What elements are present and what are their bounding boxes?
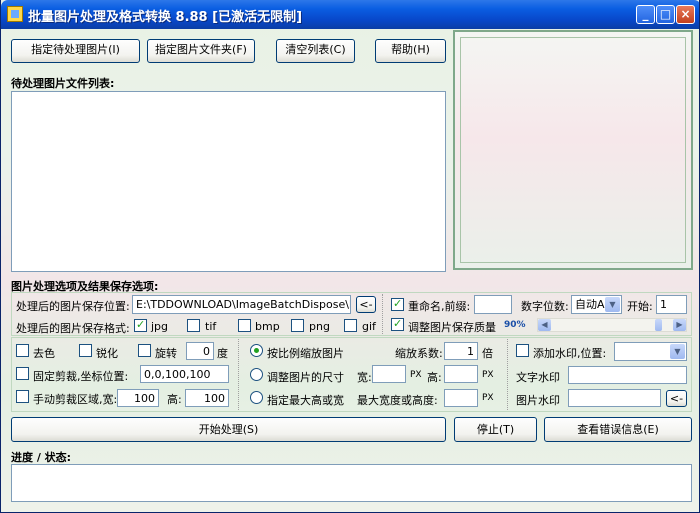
chevron-down-icon[interactable]: ▼	[670, 344, 685, 359]
ratio-input[interactable]: 1	[444, 342, 478, 360]
app-icon	[7, 6, 23, 22]
image-preview	[453, 30, 693, 270]
resize-height-unit: PX	[482, 370, 494, 380]
progress-label: 进度 / 状态:	[11, 451, 72, 464]
manual-crop-height-input[interactable]: 100	[185, 389, 229, 407]
select-folder-button[interactable]: 指定图片文件夹(F)	[147, 39, 255, 63]
divider	[507, 339, 508, 410]
view-errors-button[interactable]: 查看错误信息(E)	[544, 417, 692, 442]
rename-checkbox[interactable]	[391, 297, 404, 311]
resize-height-input[interactable]	[444, 365, 478, 383]
manual-crop-height-label: 高:	[167, 393, 182, 406]
manual-crop-width-input[interactable]: 100	[117, 389, 159, 407]
divider	[382, 294, 383, 334]
fixed-crop-checkbox[interactable]	[16, 367, 29, 380]
digits-value: 自动A	[575, 298, 605, 311]
save-location-input[interactable]: E:\TDDOWNLOAD\ImageBatchDispose\Im	[132, 295, 351, 314]
image-watermark-label: 图片水印	[516, 394, 560, 407]
slider-thumb[interactable]	[654, 319, 662, 331]
start-number-input[interactable]: 1	[656, 295, 687, 314]
scroll-right-icon[interactable]: ▶	[673, 319, 686, 331]
decolor-checkbox[interactable]	[16, 344, 29, 357]
decolor-label: 去色	[33, 347, 55, 360]
browse-save-location-button[interactable]: <-	[356, 296, 376, 313]
save-format-label: 处理后的图片保存格式:	[16, 322, 130, 335]
file-list-heading: 待处理图片文件列表:	[11, 77, 115, 90]
start-processing-button[interactable]: 开始处理(S)	[11, 417, 446, 442]
divider	[238, 339, 239, 410]
quality-value: 90%	[504, 320, 526, 330]
fixed-crop-label: 固定剪裁,坐标位置:	[33, 370, 129, 383]
rotate-unit: 度	[217, 347, 228, 360]
format-png-label: png	[309, 320, 330, 333]
save-location-label: 处理后的图片保存位置:	[16, 300, 130, 313]
file-list[interactable]	[11, 91, 446, 272]
scale-by-ratio-label: 按比例缩放图片	[267, 347, 344, 360]
manual-crop-label: 手动剪裁区域,宽:	[33, 393, 118, 406]
resize-radio[interactable]	[250, 368, 263, 381]
image-watermark-input[interactable]	[568, 389, 661, 407]
main-window: 批量图片处理及格式转换 8.88 [已激活无限制] _ □ × 指定待处理图片(…	[0, 0, 700, 513]
minimize-button[interactable]: _	[636, 5, 655, 24]
sharpen-label: 锐化	[96, 347, 118, 360]
watermark-position-select[interactable]: ▼	[614, 342, 687, 361]
format-png-checkbox[interactable]	[291, 319, 304, 332]
format-bmp-checkbox[interactable]	[238, 319, 251, 332]
format-tif-label: tif	[205, 320, 217, 333]
fixed-crop-coords-input[interactable]: 0,0,100,100	[140, 365, 229, 383]
text-watermark-label: 文字水印	[516, 371, 560, 384]
manual-crop-checkbox[interactable]	[16, 390, 29, 403]
title-bar[interactable]: 批量图片处理及格式转换 8.88 [已激活无限制] _ □ ×	[1, 0, 699, 29]
format-jpg-checkbox[interactable]	[134, 318, 147, 332]
format-gif-label: gif	[362, 320, 376, 333]
rotate-checkbox[interactable]	[138, 344, 151, 357]
select-images-button[interactable]: 指定待处理图片(I)	[11, 39, 140, 63]
format-bmp-label: bmp	[255, 320, 280, 333]
format-gif-checkbox[interactable]	[344, 319, 357, 332]
resize-width-label: 宽:	[357, 371, 372, 384]
window-title: 批量图片处理及格式转换 8.88 [已激活无限制]	[28, 10, 303, 25]
quality-slider[interactable]: ◀ ▶	[537, 318, 687, 332]
rotate-degrees-input[interactable]: 0	[186, 342, 214, 360]
watermark-checkbox[interactable]	[516, 344, 529, 357]
maximize-button[interactable]: □	[656, 5, 675, 24]
clear-list-button[interactable]: 清空列表(C)	[276, 39, 355, 63]
format-tif-checkbox[interactable]	[187, 319, 200, 332]
close-button[interactable]: ×	[676, 5, 695, 24]
rename-label: 重命名,前缀:	[408, 300, 471, 313]
rename-prefix-input[interactable]	[474, 295, 512, 314]
max-size-label: 指定最大高或宽	[267, 394, 344, 407]
max-dimension-input[interactable]	[444, 389, 478, 407]
sharpen-checkbox[interactable]	[79, 344, 92, 357]
ratio-label: 缩放系数:	[395, 347, 443, 360]
max-dimension-unit: PX	[482, 393, 494, 403]
quality-checkbox[interactable]	[391, 317, 404, 331]
quality-label: 调整图片保存质量	[408, 321, 496, 334]
resize-width-unit: PX	[410, 370, 422, 380]
resize-width-input[interactable]	[372, 365, 406, 383]
scroll-left-icon[interactable]: ◀	[538, 319, 551, 331]
browse-watermark-button[interactable]: <-	[666, 390, 687, 407]
progress-status-box	[11, 464, 692, 502]
resize-label: 调整图片的尺寸	[267, 371, 344, 384]
max-dimension-label: 最大宽度或高度:	[357, 394, 438, 407]
digits-select[interactable]: 自动A ▼	[571, 295, 622, 314]
resize-height-label: 高:	[427, 371, 442, 384]
rotate-label: 旋转	[155, 347, 177, 360]
watermark-label: 添加水印,位置:	[533, 347, 607, 360]
format-jpg-label: jpg	[151, 320, 169, 333]
stop-button[interactable]: 停止(T)	[454, 417, 537, 442]
digits-label: 数字位数:	[521, 300, 569, 313]
chevron-down-icon[interactable]: ▼	[605, 297, 620, 312]
text-watermark-input[interactable]	[568, 366, 687, 384]
start-label: 开始:	[627, 300, 653, 313]
help-button[interactable]: 帮助(H)	[375, 39, 446, 63]
scale-by-ratio-radio[interactable]	[250, 344, 263, 357]
ratio-unit: 倍	[482, 347, 493, 360]
max-size-radio[interactable]	[250, 391, 263, 404]
